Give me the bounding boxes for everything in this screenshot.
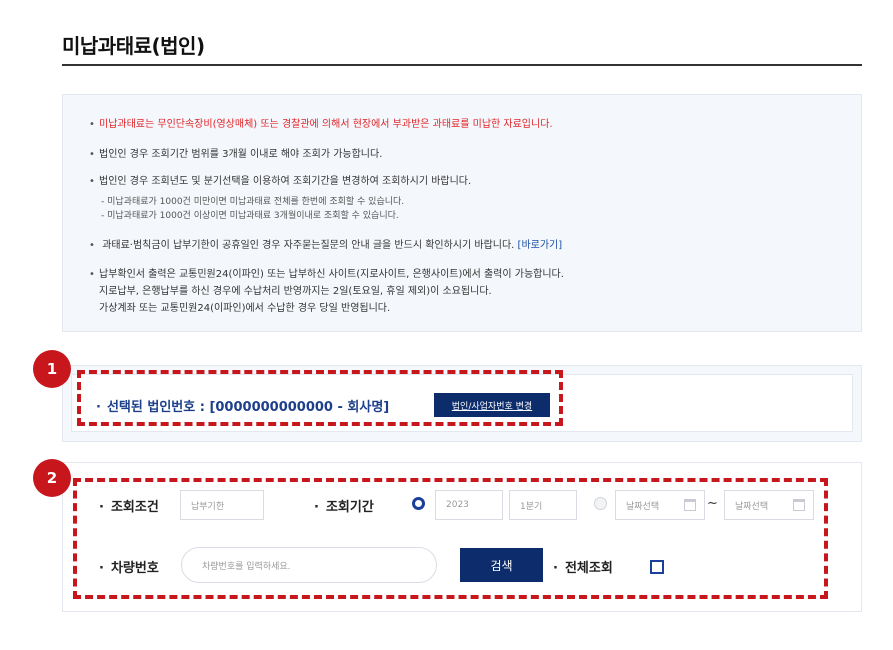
notice-line-receipt-virtual: 가상계좌 또는 교통민원24(이파인)에서 수납한 경우 당일 반영됩니다. bbox=[99, 303, 391, 314]
step-badge-1: 1 bbox=[33, 350, 71, 388]
notice-line-unpaid-definition: 미납과태료는 무인단속장비(영상매체) 또는 경찰관에 의해서 현장에서 부과받… bbox=[89, 115, 553, 130]
notice-line-quarter-select: 법인인 경우 조회년도 및 분기선택을 이용하여 조회기간을 변경하여 조회하시… bbox=[89, 172, 471, 187]
notice-line-receipt: 납부확인서 출력은 교통민원24(이파인) 또는 납부하신 사이트(지로사이트,… bbox=[89, 265, 564, 280]
notice-sub-under-1000: - 미납과태료가 1000건 미만이면 미납과태료 전체를 한번에 조회할 수 … bbox=[101, 197, 405, 207]
notice-line-receipt-giro: 지로납부, 은행납부를 하신 경우에 수납처리 반영까지는 2일(토요일, 휴일… bbox=[99, 286, 492, 297]
notice-box: 미납과태료는 무인단속장비(영상매체) 또는 경찰관에 의해서 현장에서 부과받… bbox=[62, 94, 862, 332]
notice-sub-over-1000: - 미납과태료가 1000건 이상이면 미납과태료 3개월이내로 조회할 수 있… bbox=[101, 211, 399, 221]
title-divider bbox=[62, 64, 862, 66]
page-title: 미납과태료(법인) bbox=[62, 34, 205, 58]
step-badge-2: 2 bbox=[33, 459, 71, 497]
highlight-box-2 bbox=[73, 478, 828, 599]
highlight-box-1 bbox=[77, 370, 563, 426]
notice-line-holiday: 과태료·범칙금이 납부기한이 공휴일인 경우 자주묻는질문의 안내 글을 반드시… bbox=[89, 236, 562, 251]
notice-line-period-limit: 법인인 경우 조회기간 범위를 3개월 이내로 해야 조회가 가능합니다. bbox=[89, 145, 382, 160]
notice-holiday-text: 과태료·범칙금이 납부기한이 공휴일인 경우 자주묻는질문의 안내 글을 반드시… bbox=[102, 240, 515, 251]
shortcut-link[interactable]: [바로가기] bbox=[518, 240, 563, 251]
